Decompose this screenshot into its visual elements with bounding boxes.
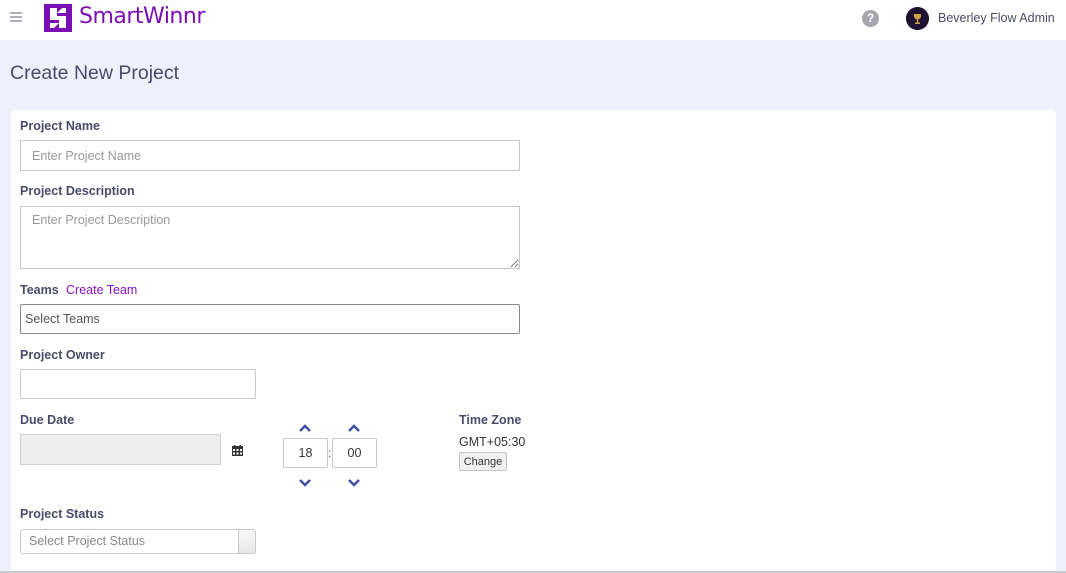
minute-increment-chevron-up-icon[interactable] bbox=[347, 421, 361, 432]
teams-select[interactable]: Select Teams bbox=[20, 304, 520, 334]
create-team-link[interactable]: Create Team bbox=[66, 283, 137, 297]
project-owner-input[interactable] bbox=[20, 369, 256, 399]
project-status-placeholder: Select Project Status bbox=[29, 534, 146, 548]
time-separator: : bbox=[328, 446, 332, 460]
due-date-label: Due Date bbox=[20, 413, 75, 427]
user-name-menu[interactable]: Beverley Flow Admin bbox=[938, 11, 1055, 25]
time-zone-label: Time Zone bbox=[459, 413, 522, 427]
minute-input[interactable]: 00 bbox=[332, 438, 377, 468]
calendar-icon[interactable] bbox=[232, 444, 243, 456]
hour-increment-chevron-up-icon[interactable] bbox=[298, 421, 312, 432]
hour-input[interactable]: 18 bbox=[283, 438, 328, 468]
change-time-zone-button[interactable]: Change bbox=[459, 452, 507, 471]
minute-decrement-chevron-down-icon[interactable] bbox=[347, 476, 361, 487]
user-avatar[interactable] bbox=[906, 7, 929, 30]
time-zone-value: GMT+05:30 bbox=[459, 435, 526, 449]
dropdown-arrow-icon[interactable] bbox=[238, 530, 255, 553]
app-logo-text: SmartWinnr bbox=[79, 4, 205, 29]
project-description-textarea[interactable] bbox=[20, 206, 520, 269]
project-name-label: Project Name bbox=[20, 119, 100, 133]
page-title: Create New Project bbox=[10, 62, 180, 84]
hamburger-menu-icon[interactable] bbox=[10, 12, 22, 22]
due-date-input[interactable] bbox=[20, 434, 221, 465]
help-icon[interactable]: ? bbox=[862, 10, 879, 27]
project-status-select[interactable]: Select Project Status bbox=[20, 529, 256, 554]
project-description-label: Project Description bbox=[20, 184, 135, 198]
project-status-label: Project Status bbox=[20, 507, 105, 521]
hour-decrement-chevron-down-icon[interactable] bbox=[298, 476, 312, 487]
teams-label: Teams bbox=[20, 283, 59, 297]
smartwinnr-logo-icon bbox=[44, 4, 72, 32]
project-name-input[interactable] bbox=[20, 140, 520, 171]
top-navbar: SmartWinnr ? Beverley Flow Admin bbox=[0, 0, 1066, 40]
project-owner-label: Project Owner bbox=[20, 348, 105, 362]
create-project-form-card bbox=[11, 110, 1056, 573]
